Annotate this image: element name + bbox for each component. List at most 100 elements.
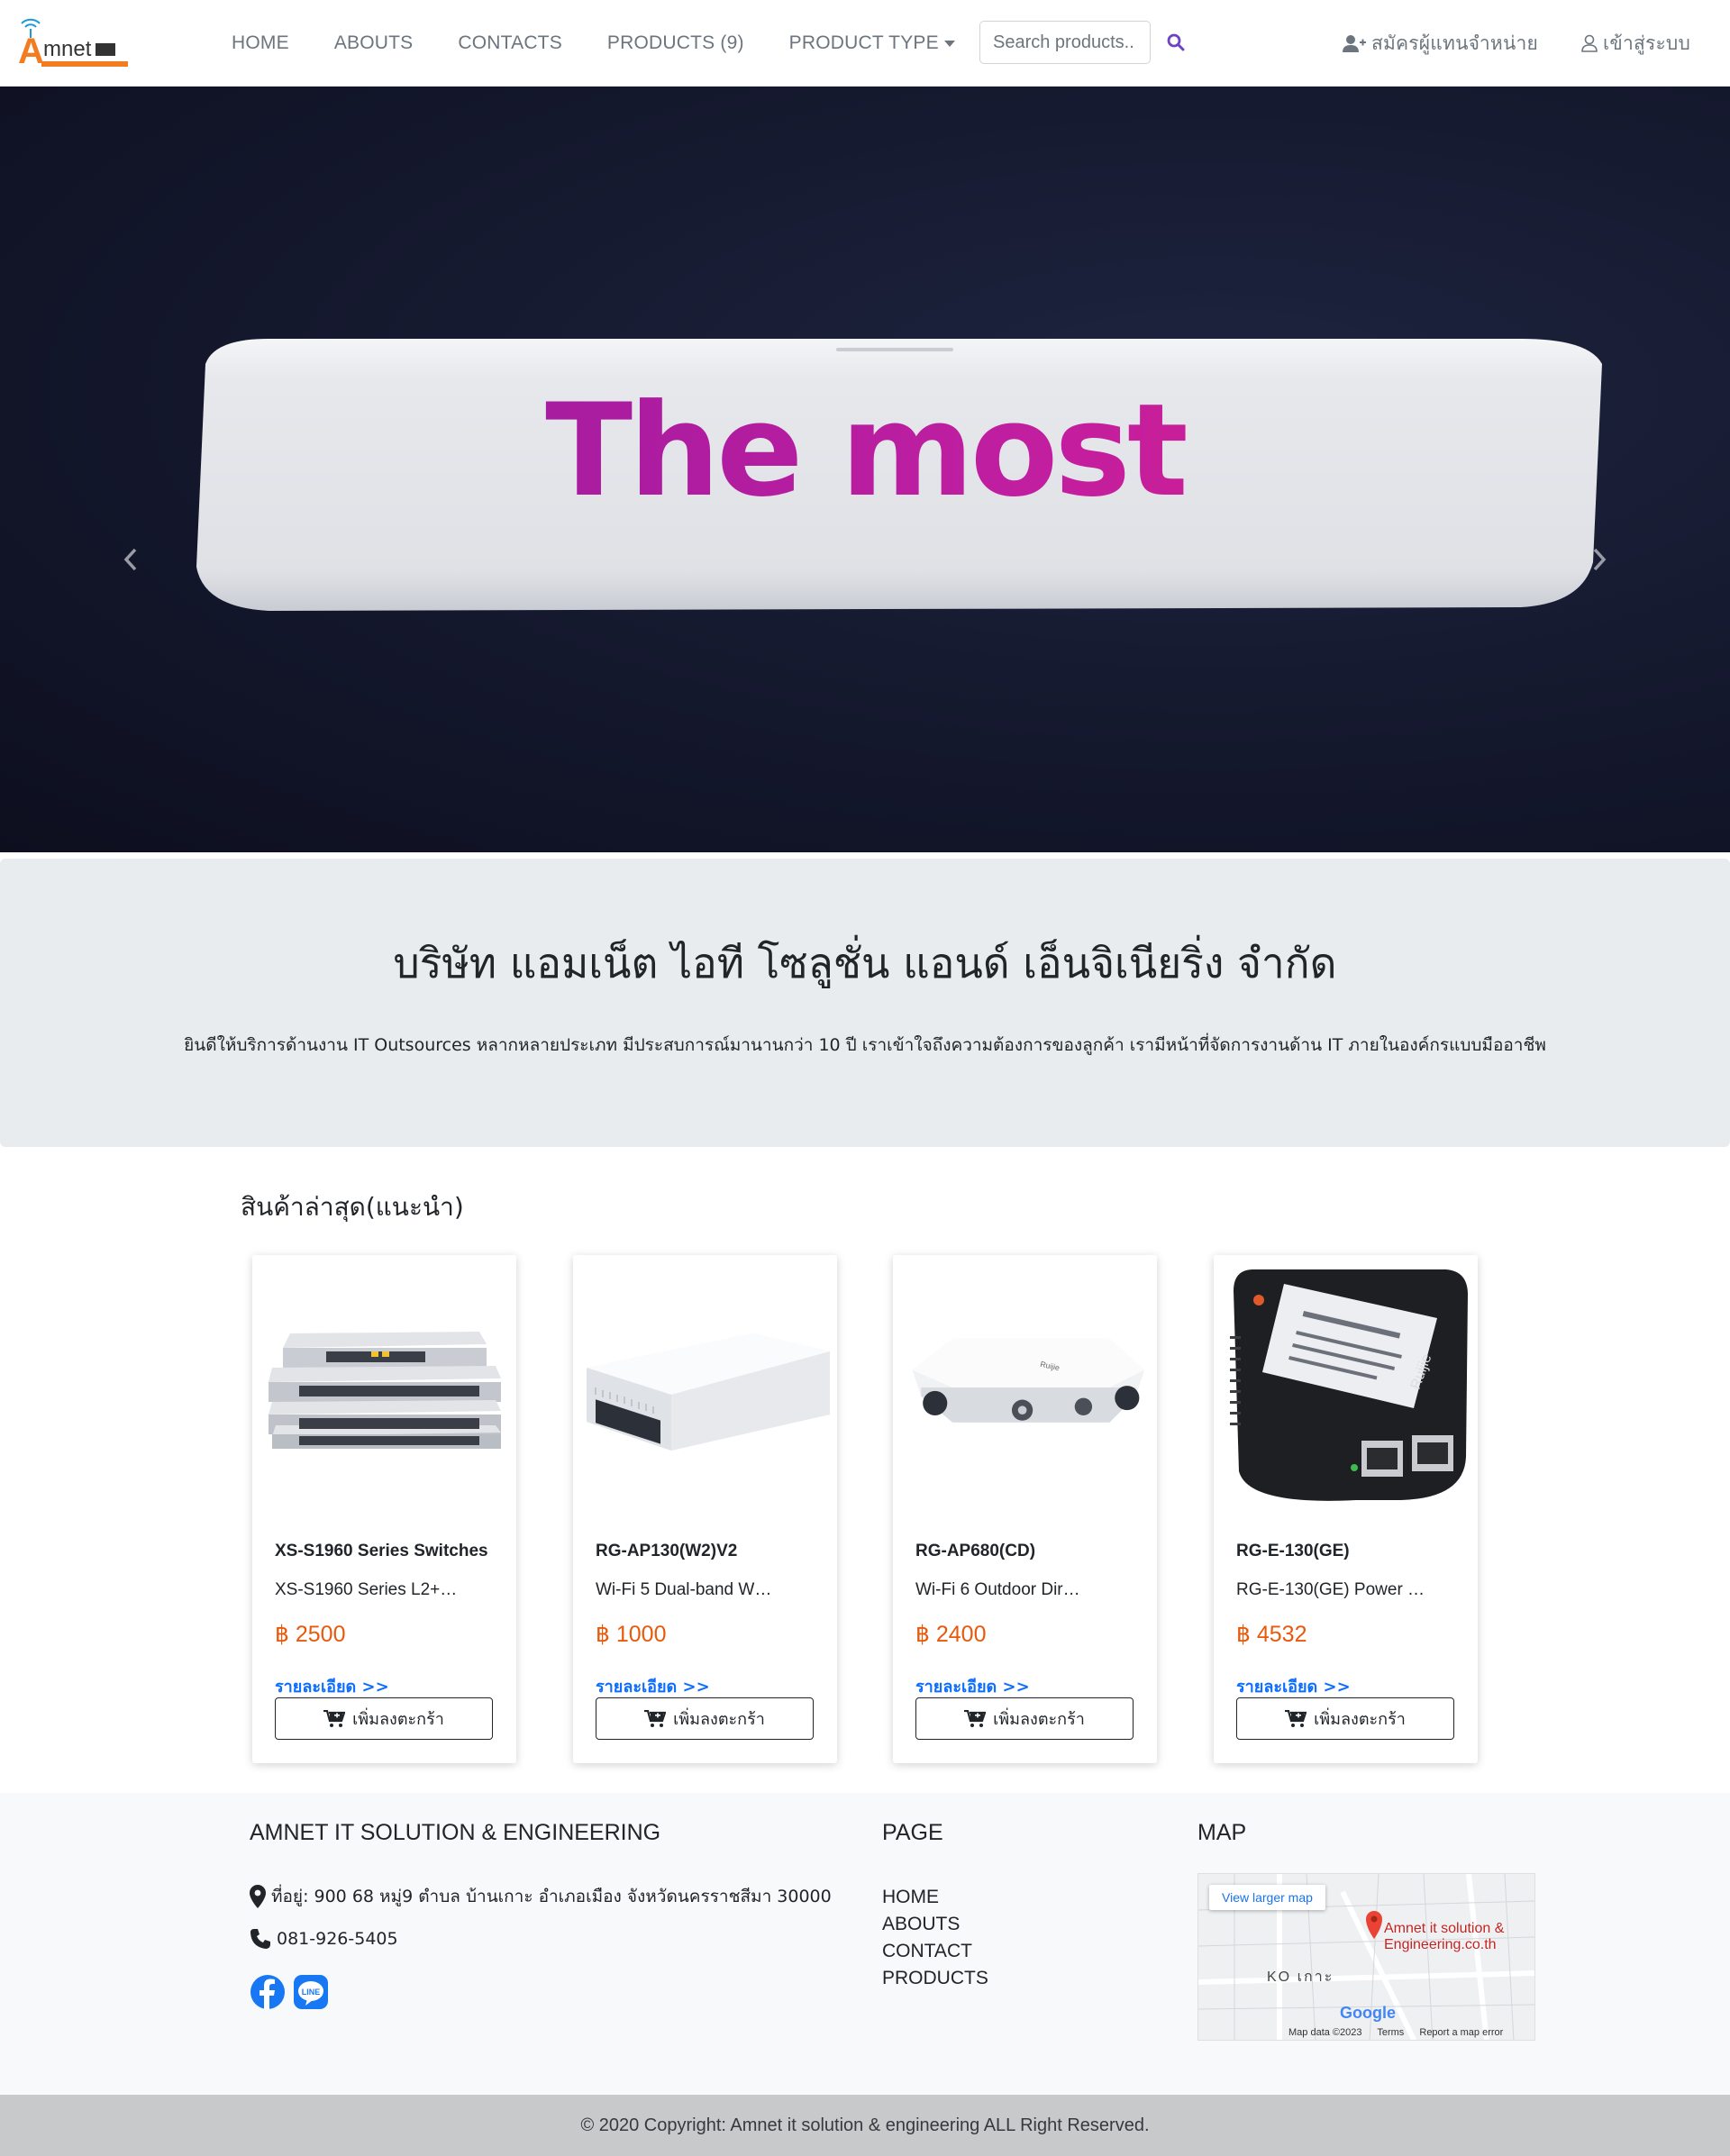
view-larger-map-button[interactable]: View larger map <box>1209 1885 1325 1910</box>
product-price: ฿ 1000 <box>596 1622 667 1647</box>
company-title: บริษัท แอมเน็ต ไอที โซลูชั่น แอนด์ เอ็นจ… <box>393 939 1337 987</box>
cart-plus-icon <box>964 1709 987 1727</box>
nav-contacts[interactable]: CONTACTS <box>458 32 562 54</box>
copyright-text: © 2020 Copyright: Amnet it solution & en… <box>580 2115 1150 2135</box>
product-card: Ruijie RG-E-130(GE) RG-E-130(GE) Power …… <box>1214 1255 1478 1763</box>
login-link[interactable]: เข้าสู่ระบบ <box>1581 29 1690 59</box>
line-icon[interactable]: LINE <box>293 1974 329 2010</box>
nav-abouts[interactable]: ABOUTS <box>334 32 414 54</box>
product-image[interactable] <box>580 1264 830 1511</box>
product-detail-link[interactable]: รายละเอียด >> <box>596 1673 710 1699</box>
nav-products[interactable]: PRODUCTS (9) <box>607 32 744 54</box>
map-area-label: KO เกาะ <box>1267 1970 1334 1985</box>
product-description: RG-E-130(GE) Power … <box>1236 1580 1425 1599</box>
copyright-bar: © 2020 Copyright: Amnet it solution & en… <box>0 2095 1730 2156</box>
amnet-logo[interactable]: A mnet <box>16 16 132 74</box>
caret-down-icon <box>943 40 955 47</box>
product-title: RG-E-130(GE) <box>1236 1542 1350 1560</box>
carousel-next-button[interactable] <box>1581 537 1617 582</box>
footer-page-heading: PAGE <box>882 1820 943 1845</box>
product-price: ฿ 4532 <box>1236 1622 1307 1647</box>
google-logo: Google <box>1340 2004 1396 2022</box>
account-nav: สมัครผู้แทนจำหน่าย เข้าสู่ระบบ <box>1299 0 1690 86</box>
map-footer: Map data ©2023 Terms Report a map error <box>1288 2027 1516 2038</box>
nav-product-type-dropdown[interactable]: PRODUCT TYPE <box>789 32 955 54</box>
footer-page-links: HOME ABOUTS CONTACT PRODUCTS <box>882 1884 988 1992</box>
search-input[interactable] <box>979 21 1151 64</box>
product-detail-link[interactable]: รายละเอียด >> <box>915 1673 1030 1699</box>
main-nav: HOME ABOUTS CONTACTS PRODUCTS (9) PRODUC… <box>232 0 1000 86</box>
product-description: XS-S1960 Series L2+… <box>275 1580 458 1599</box>
register-dealer-label: สมัครผู้แทนจำหน่าย <box>1371 32 1539 54</box>
product-title: XS-S1960 Series Switches <box>275 1542 488 1560</box>
carousel-prev-button[interactable] <box>113 537 149 582</box>
search-button[interactable] <box>1163 30 1188 55</box>
search-icon <box>1167 33 1185 51</box>
chevron-left-icon <box>123 548 137 571</box>
footer-phone-text: 081-926-5405 <box>277 1929 398 1949</box>
user-plus-icon <box>1343 35 1366 52</box>
google-map-embed[interactable]: View larger map Amnet it solution & Engi… <box>1197 1873 1535 2041</box>
add-to-cart-button[interactable]: เพิ่มลงตะกร้า <box>596 1697 814 1740</box>
product-detail-link[interactable]: รายละเอียด >> <box>275 1673 389 1699</box>
footer-map-heading: MAP <box>1197 1820 1247 1845</box>
map-place-label: Amnet it solution & Engineering.co.th <box>1384 1921 1505 1952</box>
add-to-cart-button[interactable]: เพิ่มลงตะกร้า <box>1236 1697 1454 1740</box>
hero-carousel: The most <box>0 86 1730 852</box>
product-image[interactable]: Ruijie <box>1221 1264 1470 1511</box>
footer-link-home[interactable]: HOME <box>882 1884 988 1911</box>
poe-injector-image: Ruijie <box>1230 1269 1468 1501</box>
phone-icon <box>250 1929 270 1949</box>
navbar: A mnet HOME ABOUTS CONTACTS PRODUCTS (9)… <box>0 0 1730 86</box>
product-description: Wi-Fi 6 Outdoor Dir… <box>915 1580 1080 1599</box>
search-form <box>979 21 1188 64</box>
product-price: ฿ 2400 <box>915 1622 987 1647</box>
nav-home[interactable]: HOME <box>232 32 289 54</box>
product-card: RG-AP130(W2)V2 Wi-Fi 5 Dual-band W… ฿ 10… <box>573 1255 837 1763</box>
wall-access-point-image <box>586 1333 830 1451</box>
map-report-link[interactable]: Report a map error <box>1419 2027 1503 2038</box>
facebook-icon[interactable] <box>250 1974 286 2010</box>
svg-text:A: A <box>18 32 44 71</box>
product-detail-link[interactable]: รายละเอียด >> <box>1236 1673 1351 1699</box>
product-card: Ruijie RG-AP680(CD) Wi-Fi 6 Outdoor Dir…… <box>893 1255 1157 1763</box>
add-to-cart-label: เพิ่มลงตะกร้า <box>352 1710 444 1729</box>
social-links: LINE <box>250 1974 336 2010</box>
register-dealer-link[interactable]: สมัครผู้แทนจำหน่าย <box>1343 29 1538 59</box>
product-description: Wi-Fi 5 Dual-band W… <box>596 1580 772 1599</box>
product-title: RG-AP680(CD) <box>915 1542 1036 1560</box>
login-label: เข้าสู่ระบบ <box>1603 32 1690 54</box>
add-to-cart-button[interactable]: เพิ่มลงตะกร้า <box>275 1697 493 1740</box>
product-price: ฿ 2500 <box>275 1622 346 1647</box>
user-icon <box>1581 34 1598 52</box>
add-to-cart-label: เพิ่มลงตะกร้า <box>673 1710 765 1729</box>
company-jumbotron: บริษัท แอมเน็ต ไอที โซลูชั่น แอนด์ เอ็นจ… <box>0 859 1730 1147</box>
map-data-label: Map data ©2023 <box>1288 2027 1362 2038</box>
footer-link-products[interactable]: PRODUCTS <box>882 1965 988 1992</box>
add-to-cart-label: เพิ่มลงตะกร้า <box>1314 1710 1406 1729</box>
product-title: RG-AP130(W2)V2 <box>596 1542 738 1560</box>
map-marker-icon <box>250 1885 266 1908</box>
cart-plus-icon <box>644 1709 667 1727</box>
product-image[interactable]: Ruijie <box>900 1264 1150 1511</box>
svg-text:LINE: LINE <box>302 1988 321 1997</box>
chevron-right-icon <box>1593 548 1607 571</box>
switch-stack-image <box>268 1332 501 1449</box>
product-image[interactable] <box>260 1264 509 1511</box>
footer-company-heading: AMNET IT SOLUTION & ENGINEERING <box>250 1820 661 1845</box>
slide-headline: The most <box>0 377 1730 525</box>
outdoor-access-point-image: Ruijie <box>912 1338 1145 1423</box>
latest-products-title: สินค้าล่าสุด(แนะนำ) <box>241 1192 464 1222</box>
product-card: XS-S1960 Series Switches XS-S1960 Series… <box>252 1255 516 1763</box>
add-to-cart-button[interactable]: เพิ่มลงตะกร้า <box>915 1697 1134 1740</box>
cart-plus-icon <box>323 1709 346 1727</box>
footer-address-text: ที่อยู่: 900 68 หมู่9 ตำบล บ้านเกาะ อำเภ… <box>271 1887 832 1906</box>
company-subtitle: ยินดีให้บริการด้านงาน IT Outsources หลาก… <box>184 1035 1546 1055</box>
footer-link-contact[interactable]: CONTACT <box>882 1938 988 1965</box>
footer-phone: 081-926-5405 <box>250 1928 398 1950</box>
map-terms-link[interactable]: Terms <box>1377 2027 1404 2038</box>
footer-link-abouts[interactable]: ABOUTS <box>882 1911 988 1938</box>
add-to-cart-label: เพิ่มลงตะกร้า <box>993 1710 1085 1729</box>
nav-product-type-label: PRODUCT TYPE <box>788 32 939 53</box>
svg-text:mnet: mnet <box>43 37 92 61</box>
